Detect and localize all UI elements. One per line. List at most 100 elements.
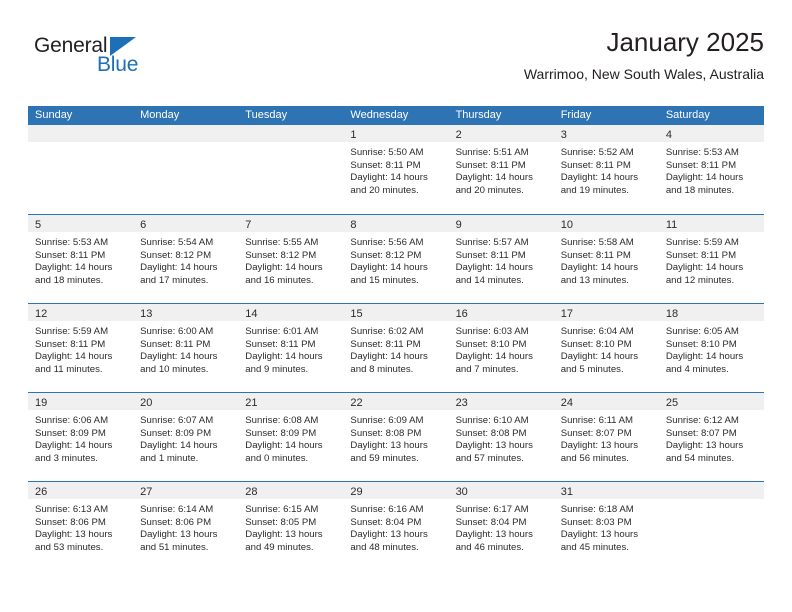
- calendar-day-cell[interactable]: 7 Sunrise: 5:55 AM Sunset: 8:12 PM Daylight…: [238, 215, 344, 303]
- calendar-day-cell[interactable]: 16 Sunrise: 6:03 AM Sunset: 8:10 PM Dayligh…: [448, 304, 554, 392]
- day-info-line: Sunrise: 6:18 AM: [560, 504, 634, 515]
- day-info-line: Daylight: 14 hours: [665, 262, 744, 274]
- day-details: [659, 499, 764, 504]
- calendar-day-cell[interactable]: 28 Sunrise: 6:15 AM Sunset: 8:05 PM Dayligh…: [238, 482, 344, 570]
- day-number-band: 13: [133, 304, 239, 321]
- day-info-line: Sunrise: 6:12 AM: [665, 415, 739, 426]
- calendar-day-cell[interactable]: 8 Sunrise: 5:56 AM Sunset: 8:12 PM Daylight…: [343, 215, 449, 303]
- day-number: 11: [665, 219, 678, 231]
- day-number: 22: [350, 397, 363, 409]
- calendar-day-cell[interactable]: 1 Sunrise: 5:50 AM Sunset: 8:11 PM Daylight…: [343, 125, 449, 214]
- calendar-day-cell[interactable]: 23 Sunrise: 6:10 AM Sunset: 8:08 PM Dayligh…: [448, 393, 554, 481]
- day-info-line: Sunset: 8:12 PM: [140, 249, 212, 261]
- calendar-day-cell[interactable]: 14 Sunrise: 6:01 AM Sunset: 8:11 PM Dayligh…: [238, 304, 344, 392]
- calendar-week-row: 26 Sunrise: 6:13 AM Sunset: 8:06 PM Dayligh…: [28, 481, 764, 570]
- day-number-band: 24: [553, 393, 659, 410]
- day-details: [28, 142, 133, 147]
- day-info-line: Sunset: 8:11 PM: [35, 338, 106, 350]
- day-details: Sunrise: 6:06 AM Sunset: 8:09 PM Daylight:…: [28, 410, 133, 465]
- calendar-day-cell[interactable]: 25 Sunrise: 6:12 AM Sunset: 8:07 PM Dayligh…: [658, 393, 764, 481]
- day-number-band: 3: [553, 125, 659, 142]
- day-details: Sunrise: 5:59 AM Sunset: 8:11 PM Daylight:…: [28, 321, 133, 376]
- day-info-line: Sunrise: 5:55 AM: [245, 237, 319, 248]
- day-number: 14: [245, 308, 258, 320]
- calendar-page: General Blue January 2025 Warrimoo, New …: [0, 0, 792, 612]
- day-number: 19: [35, 397, 48, 409]
- day-info-line: Sunrise: 5:54 AM: [140, 237, 214, 248]
- day-info-line: Daylight: 13 hours: [665, 440, 744, 452]
- day-number: 15: [350, 308, 363, 320]
- calendar-day-cell[interactable]: 15 Sunrise: 6:02 AM Sunset: 8:11 PM Dayligh…: [343, 304, 449, 392]
- calendar-day-cell[interactable]: 30 Sunrise: 6:17 AM Sunset: 8:04 PM Dayligh…: [448, 482, 554, 570]
- calendar-day-cell[interactable]: 6 Sunrise: 5:54 AM Sunset: 8:12 PM Daylight…: [133, 215, 239, 303]
- calendar-day-cell[interactable]: 19 Sunrise: 6:06 AM Sunset: 8:09 PM Dayligh…: [28, 393, 134, 481]
- calendar-day-cell[interactable]: 2 Sunrise: 5:51 AM Sunset: 8:11 PM Daylight…: [448, 125, 554, 214]
- day-details: Sunrise: 6:18 AM Sunset: 8:03 PM Daylight:…: [554, 499, 659, 554]
- day-details: Sunrise: 6:10 AM Sunset: 8:08 PM Daylight:…: [449, 410, 554, 465]
- day-details: Sunrise: 6:00 AM Sunset: 8:11 PM Daylight:…: [133, 321, 238, 376]
- day-number-band: 8: [343, 215, 449, 232]
- calendar-day-cell[interactable]: 21 Sunrise: 6:08 AM Sunset: 8:09 PM Dayligh…: [238, 393, 344, 481]
- calendar-weeks: 1 Sunrise: 5:50 AM Sunset: 8:11 PM Daylight…: [28, 125, 764, 570]
- calendar-day-cell[interactable]: 5 Sunrise: 5:53 AM Sunset: 8:11 PM Daylight…: [28, 215, 134, 303]
- calendar-day-cell[interactable]: 13 Sunrise: 6:00 AM Sunset: 8:11 PM Dayligh…: [133, 304, 239, 392]
- day-number: 31: [560, 486, 573, 498]
- calendar-day-cell[interactable]: 11 Sunrise: 5:59 AM Sunset: 8:11 PM Dayligh…: [658, 215, 764, 303]
- day-number-band: 16: [448, 304, 554, 321]
- day-info-line: Sunset: 8:11 PM: [455, 249, 526, 261]
- day-info-line: Sunset: 8:08 PM: [455, 427, 527, 439]
- day-number-band: 14: [238, 304, 344, 321]
- day-info-line: Daylight: 14 hours: [350, 262, 428, 274]
- day-number: 2: [455, 129, 462, 141]
- day-info-line: Sunrise: 6:09 AM: [350, 415, 424, 426]
- day-info-line: Sunrise: 5:59 AM: [665, 237, 739, 248]
- calendar-day-cell[interactable]: 31 Sunrise: 6:18 AM Sunset: 8:03 PM Dayligh…: [553, 482, 659, 570]
- calendar-day-cell[interactable]: 24 Sunrise: 6:11 AM Sunset: 8:07 PM Dayligh…: [553, 393, 659, 481]
- day-details: Sunrise: 6:11 AM Sunset: 8:07 PM Daylight:…: [554, 410, 659, 465]
- calendar-day-cell[interactable]: 12 Sunrise: 5:59 AM Sunset: 8:11 PM Dayligh…: [28, 304, 134, 392]
- calendar-day-cell[interactable]: 29 Sunrise: 6:16 AM Sunset: 8:04 PM Dayligh…: [343, 482, 449, 570]
- day-number-band: 17: [553, 304, 659, 321]
- day-info-line: Daylight: 13 hours: [455, 440, 533, 452]
- day-number: 5: [35, 219, 42, 231]
- day-info-line: and 59 minutes.: [350, 452, 419, 464]
- calendar-day-cell[interactable]: 18 Sunrise: 6:05 AM Sunset: 8:10 PM Dayligh…: [658, 304, 764, 392]
- day-info-line: and 8 minutes.: [350, 363, 414, 375]
- calendar-day-cell[interactable]: 9 Sunrise: 5:57 AM Sunset: 8:11 PM Daylight…: [448, 215, 554, 303]
- day-number-band: 22: [343, 393, 449, 410]
- calendar-empty-cell: [238, 125, 344, 214]
- day-info-line: and 10 minutes.: [140, 363, 209, 375]
- calendar-day-cell[interactable]: 26 Sunrise: 6:13 AM Sunset: 8:06 PM Dayligh…: [28, 482, 134, 570]
- calendar-day-cell[interactable]: 20 Sunrise: 6:07 AM Sunset: 8:09 PM Dayligh…: [133, 393, 239, 481]
- day-number-band: 10: [553, 215, 659, 232]
- day-details: Sunrise: 5:51 AM Sunset: 8:11 PM Daylight:…: [449, 142, 554, 197]
- day-info-line: Sunrise: 5:51 AM: [455, 147, 529, 158]
- day-info-line: Sunrise: 6:02 AM: [350, 326, 424, 337]
- day-header-tuesday: Tuesday: [245, 109, 288, 121]
- day-details: Sunrise: 5:59 AM Sunset: 8:11 PM Daylight:…: [659, 232, 764, 287]
- day-number-band: 11: [658, 215, 764, 232]
- day-details: Sunrise: 5:50 AM Sunset: 8:11 PM Daylight:…: [343, 142, 448, 197]
- page-title: January 2025: [606, 27, 764, 57]
- calendar-day-cell[interactable]: 27 Sunrise: 6:14 AM Sunset: 8:06 PM Dayligh…: [133, 482, 239, 570]
- day-info-line: and 4 minutes.: [665, 363, 729, 375]
- day-info-line: Sunset: 8:11 PM: [560, 159, 631, 171]
- day-info-line: Sunset: 8:11 PM: [35, 249, 106, 261]
- calendar-day-cell[interactable]: 17 Sunrise: 6:04 AM Sunset: 8:10 PM Dayligh…: [553, 304, 659, 392]
- title-block: January 2025 Warrimoo, New South Wales, …: [244, 26, 764, 84]
- day-info-line: Sunrise: 5:58 AM: [560, 237, 634, 248]
- calendar-day-cell[interactable]: 4 Sunrise: 5:53 AM Sunset: 8:11 PM Daylight…: [658, 125, 764, 214]
- day-info-line: Sunrise: 6:14 AM: [140, 504, 214, 515]
- day-number-band: [28, 125, 134, 142]
- day-info-line: Sunrise: 6:03 AM: [455, 326, 529, 337]
- day-info-line: Sunrise: 5:57 AM: [455, 237, 529, 248]
- day-info-line: Daylight: 14 hours: [35, 262, 113, 274]
- day-number: 17: [560, 308, 573, 320]
- day-info-line: Daylight: 14 hours: [35, 351, 113, 363]
- day-number-band: 29: [343, 482, 449, 499]
- day-info-line: and 51 minutes.: [140, 541, 209, 553]
- day-info-line: and 16 minutes.: [245, 274, 314, 286]
- calendar-day-cell[interactable]: 10 Sunrise: 5:58 AM Sunset: 8:11 PM Dayligh…: [553, 215, 659, 303]
- calendar-day-cell[interactable]: 22 Sunrise: 6:09 AM Sunset: 8:08 PM Dayligh…: [343, 393, 449, 481]
- calendar-day-cell[interactable]: 3 Sunrise: 5:52 AM Sunset: 8:11 PM Daylight…: [553, 125, 659, 214]
